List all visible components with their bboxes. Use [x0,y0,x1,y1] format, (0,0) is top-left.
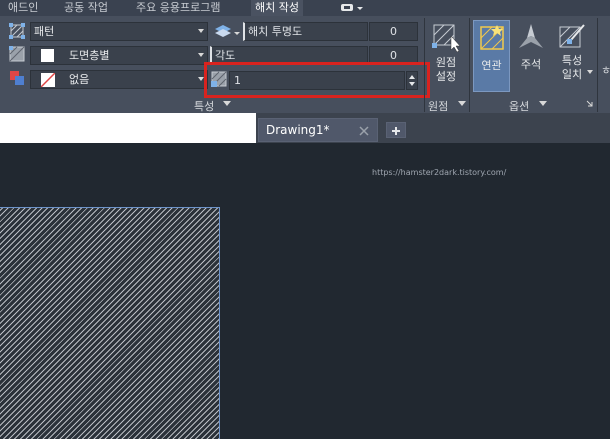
hatch-type-value: 패턴 [34,25,55,38]
tab-addin[interactable]: 애드인 [8,0,38,16]
no-color-swatch-icon [41,73,55,87]
new-tab-button[interactable] [386,122,406,138]
chevron-down-icon[interactable] [539,101,547,107]
associative-label: 연관 [481,59,502,72]
chevron-down-icon [198,53,204,57]
match-properties-label-2: 일치 [561,68,583,81]
angle-label: 각도 [215,49,236,62]
hidden-group-label: ㅎ [601,64,610,77]
document-tab-label: Drawing1* [266,123,330,137]
hatch-type-icon [9,23,25,39]
annotative-label: 주석 [520,58,542,71]
background-color-combo[interactable]: 도면층별 [30,46,208,65]
chevron-down-icon [198,29,204,33]
set-origin-label-2: 설정 [435,70,457,83]
properties-group-label: 특성 [194,100,215,113]
hatch-type-combo[interactable]: 패턴 [30,22,208,41]
watermark-text: https://hamster2dark.tistory.com/ [372,168,507,177]
annotative-button[interactable]: 주석 [514,20,548,90]
transparency-label: 해치 투명도 [248,25,303,38]
tab-collaborate[interactable]: 공동 작업 [64,0,108,16]
associative-icon [479,25,504,50]
set-origin-button[interactable]: 원점 설정 [427,20,465,90]
group-divider [469,18,470,112]
hatch-background-combo[interactable]: 없음 [30,70,208,89]
set-origin-label-1: 원점 [435,56,457,69]
dialog-launcher-icon[interactable] [586,100,593,107]
transparency-icon[interactable] [213,23,241,41]
group-divider [424,18,425,112]
transparency-field[interactable]: 해치 투명도 [243,22,368,41]
tab-bar-blank-area [0,113,256,143]
group-divider [597,18,598,112]
hatch-color-icon [9,46,25,62]
tab-hatch-creation[interactable]: 해치 작성 [251,0,303,16]
color-swatch [41,49,54,62]
set-origin-icon [432,24,461,53]
close-icon[interactable] [359,126,369,136]
hatch-background-value: 없음 [69,73,90,86]
chevron-down-icon[interactable] [223,101,231,107]
transparency-value[interactable]: 0 [369,22,418,41]
ribbon-tab-row: 애드인 공동 작업 주요 응용프로그램 해치 작성 [0,0,610,17]
match-properties-button[interactable]: 특성 일치 [552,20,592,92]
match-properties-icon [559,24,585,48]
chevron-down-icon[interactable] [587,70,593,75]
background-color-value: 도면층별 [69,49,110,62]
hatched-region[interactable] [0,207,220,439]
background-color-icon [10,71,24,85]
associative-button[interactable]: 연관 [473,20,510,92]
tab-options-dropdown[interactable] [338,0,366,16]
document-tab[interactable]: Drawing1* [258,118,378,142]
chevron-down-icon[interactable] [458,101,466,107]
plus-icon [392,127,400,135]
tab-featured-apps[interactable]: 주요 응용프로그램 [136,0,220,16]
panel-toggle-icon [341,4,363,11]
annotative-icon [519,24,543,48]
origin-group-label: 원점 [428,100,449,113]
highlight-box [204,62,430,98]
match-properties-label-1: 특성 [561,54,583,67]
options-group-label: 옵션 [509,100,530,113]
